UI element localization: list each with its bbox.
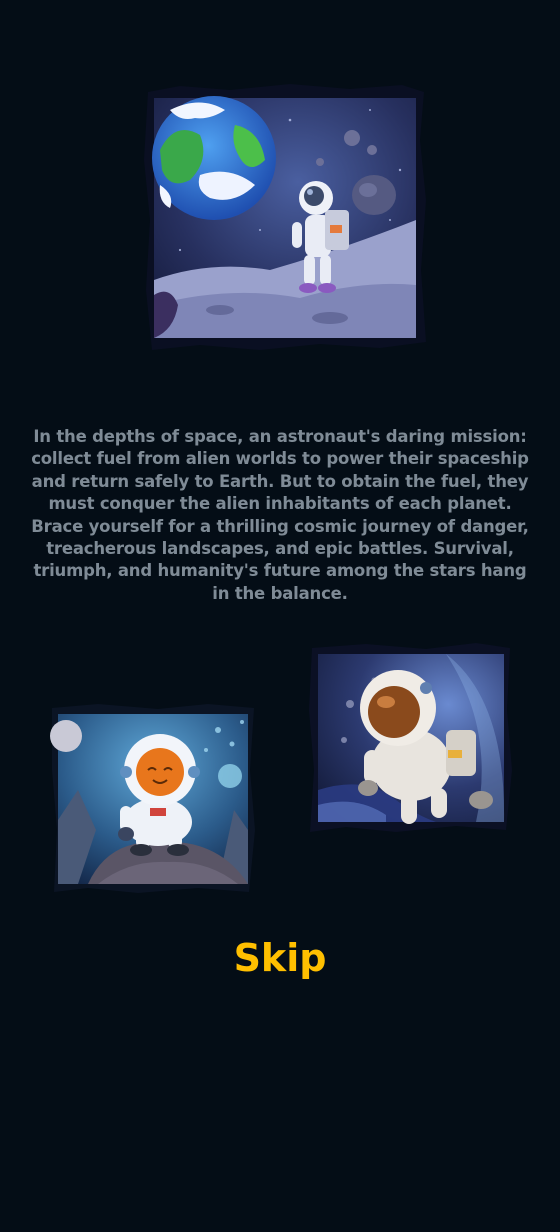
- astronaut-on-moon-with-earth-illustration: [144, 84, 426, 350]
- story-text: In the depths of space, an astronaut's d…: [31, 427, 529, 603]
- smiling-astronaut-sitting-on-rock-illustration: [50, 704, 255, 893]
- astronaut-floating-in-space-illustration: [309, 643, 512, 832]
- skip-button[interactable]: Skip: [0, 930, 560, 986]
